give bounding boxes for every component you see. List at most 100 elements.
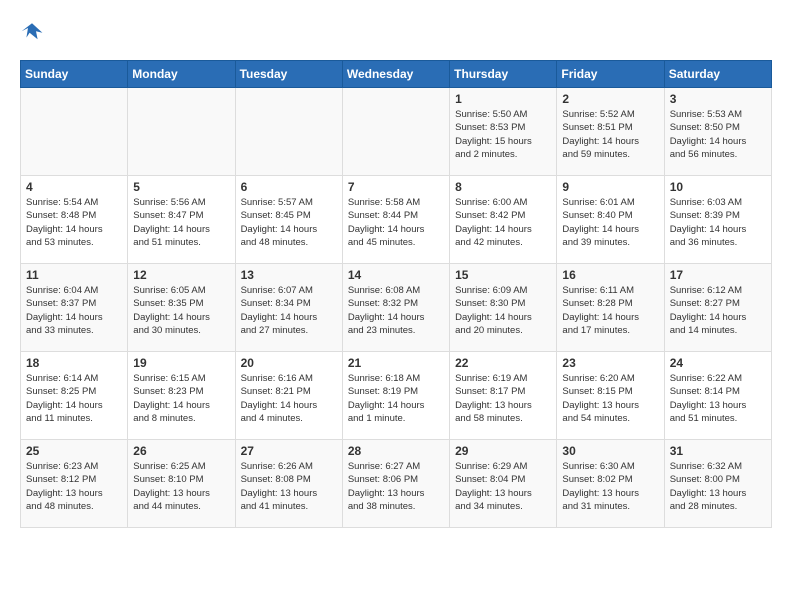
- header-wednesday: Wednesday: [342, 61, 449, 88]
- day-number: 26: [133, 444, 229, 458]
- calendar-week-1: 1 Sunrise: 5:50 AM Sunset: 8:53 PM Daylig…: [21, 88, 772, 176]
- calendar-cell: 28 Sunrise: 6:27 AM Sunset: 8:06 PM Dayli…: [342, 440, 449, 528]
- calendar-cell: [21, 88, 128, 176]
- day-info: Sunrise: 5:53 AM Sunset: 8:50 PM Dayligh…: [670, 108, 766, 161]
- calendar-table: SundayMondayTuesdayWednesdayThursdayFrid…: [20, 60, 772, 528]
- calendar-cell: 17 Sunrise: 6:12 AM Sunset: 8:27 PM Dayli…: [664, 264, 771, 352]
- day-info: Sunrise: 6:19 AM Sunset: 8:17 PM Dayligh…: [455, 372, 551, 425]
- calendar-cell: 24 Sunrise: 6:22 AM Sunset: 8:14 PM Dayli…: [664, 352, 771, 440]
- calendar-cell: 11 Sunrise: 6:04 AM Sunset: 8:37 PM Dayli…: [21, 264, 128, 352]
- calendar-cell: 13 Sunrise: 6:07 AM Sunset: 8:34 PM Dayli…: [235, 264, 342, 352]
- day-info: Sunrise: 6:22 AM Sunset: 8:14 PM Dayligh…: [670, 372, 766, 425]
- day-info: Sunrise: 6:27 AM Sunset: 8:06 PM Dayligh…: [348, 460, 444, 513]
- day-info: Sunrise: 6:32 AM Sunset: 8:00 PM Dayligh…: [670, 460, 766, 513]
- day-number: 23: [562, 356, 658, 370]
- header-row: SundayMondayTuesdayWednesdayThursdayFrid…: [21, 61, 772, 88]
- day-number: 27: [241, 444, 337, 458]
- calendar-cell: 23 Sunrise: 6:20 AM Sunset: 8:15 PM Dayli…: [557, 352, 664, 440]
- day-number: 28: [348, 444, 444, 458]
- calendar-cell: [128, 88, 235, 176]
- calendar-cell: 31 Sunrise: 6:32 AM Sunset: 8:00 PM Dayli…: [664, 440, 771, 528]
- day-number: 12: [133, 268, 229, 282]
- day-number: 25: [26, 444, 122, 458]
- day-number: 30: [562, 444, 658, 458]
- day-info: Sunrise: 6:16 AM Sunset: 8:21 PM Dayligh…: [241, 372, 337, 425]
- calendar-cell: 15Sunrise: 6:09 AM Sunset: 8:30 PM Dayli…: [450, 264, 557, 352]
- day-number: 6: [241, 180, 337, 194]
- header-tuesday: Tuesday: [235, 61, 342, 88]
- day-number: 11: [26, 268, 122, 282]
- day-number: 16: [562, 268, 658, 282]
- day-number: 14: [348, 268, 444, 282]
- day-info: Sunrise: 6:08 AM Sunset: 8:32 PM Dayligh…: [348, 284, 444, 337]
- day-info: Sunrise: 5:57 AM Sunset: 8:45 PM Dayligh…: [241, 196, 337, 249]
- day-number: 1: [455, 92, 551, 106]
- calendar-cell: [342, 88, 449, 176]
- day-number: 24: [670, 356, 766, 370]
- calendar-cell: 29Sunrise: 6:29 AM Sunset: 8:04 PM Dayli…: [450, 440, 557, 528]
- calendar-header: SundayMondayTuesdayWednesdayThursdayFrid…: [21, 61, 772, 88]
- calendar-cell: [235, 88, 342, 176]
- day-number: 20: [241, 356, 337, 370]
- day-info: Sunrise: 6:30 AM Sunset: 8:02 PM Dayligh…: [562, 460, 658, 513]
- page-header: [20, 20, 772, 44]
- day-info: Sunrise: 6:05 AM Sunset: 8:35 PM Dayligh…: [133, 284, 229, 337]
- calendar-body: 1 Sunrise: 5:50 AM Sunset: 8:53 PM Daylig…: [21, 88, 772, 528]
- day-number: 22: [455, 356, 551, 370]
- calendar-cell: 10Sunrise: 6:03 AM Sunset: 8:39 PM Dayli…: [664, 176, 771, 264]
- calendar-cell: 14 Sunrise: 6:08 AM Sunset: 8:32 PM Dayli…: [342, 264, 449, 352]
- day-info: Sunrise: 5:50 AM Sunset: 8:53 PM Dayligh…: [455, 108, 551, 161]
- header-thursday: Thursday: [450, 61, 557, 88]
- calendar-cell: 19Sunrise: 6:15 AM Sunset: 8:23 PM Dayli…: [128, 352, 235, 440]
- day-number: 8: [455, 180, 551, 194]
- calendar-cell: 2Sunrise: 5:52 AM Sunset: 8:51 PM Daylig…: [557, 88, 664, 176]
- logo-bird-icon: [20, 20, 44, 44]
- calendar-cell: 12 Sunrise: 6:05 AM Sunset: 8:35 PM Dayli…: [128, 264, 235, 352]
- day-number: 18: [26, 356, 122, 370]
- day-info: Sunrise: 6:15 AM Sunset: 8:23 PM Dayligh…: [133, 372, 229, 425]
- day-info: Sunrise: 6:07 AM Sunset: 8:34 PM Dayligh…: [241, 284, 337, 337]
- day-info: Sunrise: 6:03 AM Sunset: 8:39 PM Dayligh…: [670, 196, 766, 249]
- day-info: Sunrise: 6:23 AM Sunset: 8:12 PM Dayligh…: [26, 460, 122, 513]
- calendar-week-5: 25 Sunrise: 6:23 AM Sunset: 8:12 PM Dayli…: [21, 440, 772, 528]
- day-number: 17: [670, 268, 766, 282]
- calendar-cell: 26Sunrise: 6:25 AM Sunset: 8:10 PM Dayli…: [128, 440, 235, 528]
- day-number: 3: [670, 92, 766, 106]
- calendar-week-2: 4 Sunrise: 5:54 AM Sunset: 8:48 PM Daylig…: [21, 176, 772, 264]
- calendar-cell: 5 Sunrise: 5:56 AM Sunset: 8:47 PM Daylig…: [128, 176, 235, 264]
- day-info: Sunrise: 6:26 AM Sunset: 8:08 PM Dayligh…: [241, 460, 337, 513]
- day-number: 13: [241, 268, 337, 282]
- calendar-cell: 27 Sunrise: 6:26 AM Sunset: 8:08 PM Dayli…: [235, 440, 342, 528]
- calendar-cell: 4 Sunrise: 5:54 AM Sunset: 8:48 PM Daylig…: [21, 176, 128, 264]
- day-info: Sunrise: 6:20 AM Sunset: 8:15 PM Dayligh…: [562, 372, 658, 425]
- day-info: Sunrise: 6:09 AM Sunset: 8:30 PM Dayligh…: [455, 284, 551, 337]
- header-friday: Friday: [557, 61, 664, 88]
- calendar-cell: 1 Sunrise: 5:50 AM Sunset: 8:53 PM Daylig…: [450, 88, 557, 176]
- day-number: 2: [562, 92, 658, 106]
- calendar-cell: 18Sunrise: 6:14 AM Sunset: 8:25 PM Dayli…: [21, 352, 128, 440]
- day-number: 31: [670, 444, 766, 458]
- day-number: 4: [26, 180, 122, 194]
- calendar-cell: 16 Sunrise: 6:11 AM Sunset: 8:28 PM Dayli…: [557, 264, 664, 352]
- calendar-cell: 22 Sunrise: 6:19 AM Sunset: 8:17 PM Dayli…: [450, 352, 557, 440]
- calendar-cell: 21Sunrise: 6:18 AM Sunset: 8:19 PM Dayli…: [342, 352, 449, 440]
- day-info: Sunrise: 5:56 AM Sunset: 8:47 PM Dayligh…: [133, 196, 229, 249]
- day-info: Sunrise: 6:04 AM Sunset: 8:37 PM Dayligh…: [26, 284, 122, 337]
- header-sunday: Sunday: [21, 61, 128, 88]
- day-info: Sunrise: 6:29 AM Sunset: 8:04 PM Dayligh…: [455, 460, 551, 513]
- day-number: 5: [133, 180, 229, 194]
- day-number: 7: [348, 180, 444, 194]
- calendar-cell: 30 Sunrise: 6:30 AM Sunset: 8:02 PM Dayli…: [557, 440, 664, 528]
- header-monday: Monday: [128, 61, 235, 88]
- day-info: Sunrise: 6:11 AM Sunset: 8:28 PM Dayligh…: [562, 284, 658, 337]
- calendar-cell: 3 Sunrise: 5:53 AM Sunset: 8:50 PM Daylig…: [664, 88, 771, 176]
- day-info: Sunrise: 6:00 AM Sunset: 8:42 PM Dayligh…: [455, 196, 551, 249]
- calendar-week-4: 18Sunrise: 6:14 AM Sunset: 8:25 PM Dayli…: [21, 352, 772, 440]
- day-info: Sunrise: 5:58 AM Sunset: 8:44 PM Dayligh…: [348, 196, 444, 249]
- calendar-cell: 25 Sunrise: 6:23 AM Sunset: 8:12 PM Dayli…: [21, 440, 128, 528]
- calendar-cell: 20 Sunrise: 6:16 AM Sunset: 8:21 PM Dayli…: [235, 352, 342, 440]
- calendar-cell: 8 Sunrise: 6:00 AM Sunset: 8:42 PM Daylig…: [450, 176, 557, 264]
- day-number: 9: [562, 180, 658, 194]
- day-info: Sunrise: 6:12 AM Sunset: 8:27 PM Dayligh…: [670, 284, 766, 337]
- day-info: Sunrise: 5:54 AM Sunset: 8:48 PM Dayligh…: [26, 196, 122, 249]
